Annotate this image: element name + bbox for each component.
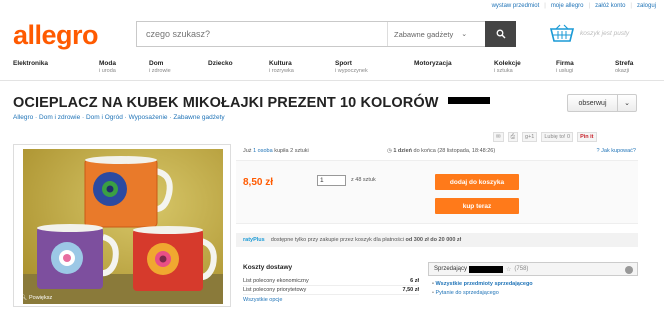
zoom-link[interactable]: 🔍︎ Powiększ [20, 295, 52, 301]
shipping-row: List polecony priorytetowy 7,50 zł [243, 287, 419, 295]
basket-icon[interactable] [549, 24, 575, 44]
seller-label: Sprzedający [434, 266, 468, 272]
chevron-down-icon[interactable]: ⌄ [618, 95, 636, 111]
link-login[interactable]: zaloguj [637, 3, 656, 9]
quantity-input[interactable]: 1 [317, 175, 346, 186]
search-icon [496, 29, 505, 39]
category-sport[interactable]: Sport i wypoczynek [335, 60, 368, 74]
category-fashion[interactable]: Moda i uroda [99, 60, 116, 74]
gplus-button[interactable]: g+1 [522, 132, 538, 142]
category-kids[interactable]: Dziecko [208, 60, 233, 68]
category-nav: Elektronika Moda i uroda Dom i zdrowie Dzi… [13, 60, 656, 81]
share-icon[interactable]: ✉ [493, 132, 504, 142]
help-link[interactable]: ? Jak kupować? [597, 148, 636, 154]
seller-status-icon [625, 266, 633, 274]
observe-button[interactable]: obserwuj ⌄ [567, 94, 637, 112]
zoom-label: Powiększ [28, 295, 53, 301]
category-automotive[interactable]: Motoryzacja [414, 60, 452, 68]
installments-text: dostępne tylko przy zakupie przez koszyk… [270, 237, 462, 243]
shipping-row: List polecony ekonomiczny 6 zł [243, 278, 419, 286]
shipping-title: Koszty dostawy [243, 264, 293, 271]
nav-divider [0, 80, 664, 81]
installments-info: ratyPlus dostępne tylko przy zakupie prz… [236, 233, 638, 247]
link-sell[interactable]: wystaw przedmiot [492, 3, 540, 9]
price: 8,50 zł [243, 177, 274, 188]
search-button[interactable] [485, 21, 516, 47]
offer-meta: Już 1 osoba kupiła 2 sztuki ◷ 1 dzień do… [236, 144, 638, 160]
seller-header: Sprzedający ☆ (758) [428, 262, 638, 276]
search-input[interactable] [137, 22, 387, 46]
search-category-select[interactable]: Zabawne gadżety ⌄ [387, 22, 483, 46]
bought-buyers-link[interactable]: 1 osoba [253, 148, 273, 154]
clock-icon: ◷ [387, 148, 392, 154]
seller-items-link[interactable]: Wszystkie przedmioty sprzedającego [432, 281, 638, 287]
breadcrumb[interactable]: Allegro · Dom i zdrowie · Dom i Ogród · … [13, 114, 225, 121]
category-culture[interactable]: Kultura i rozrywka [269, 60, 294, 74]
seller-rating[interactable]: (758) [514, 266, 528, 272]
product-title-row: OCIEPLACZ NA KUBEK MIKOŁAJKI PREZENT 10 … [13, 95, 491, 111]
category-electronics[interactable]: Elektronika [13, 60, 48, 68]
pinterest-button[interactable]: Pin it [577, 132, 597, 142]
cart-status[interactable]: koszyk jest pusty [580, 30, 629, 37]
quantity-available: z 48 sztuk [351, 177, 376, 183]
question-icon: ? [596, 148, 600, 154]
star-icon: ☆ [506, 266, 512, 273]
product-image-frame[interactable]: 🔍︎ Powiększ [13, 144, 231, 307]
buy-panel: 8,50 zł 1 z 48 sztuk dodaj do koszyka ku… [236, 160, 638, 224]
product-title: OCIEPLACZ NA KUBEK MIKOŁAJKI PREZENT 10 … [13, 95, 439, 111]
print-icon[interactable]: ⎙ [507, 132, 519, 142]
category-collections[interactable]: Kolekcje i sztuka [494, 60, 521, 74]
search-category-label: Zabawne gadżety [394, 29, 454, 39]
time-left: ◷ 1 dzień do końca (28 listopada, 18:48:… [387, 148, 496, 154]
chevron-down-icon: ⌄ [461, 31, 468, 38]
ratyplus-logo: ratyPlus [243, 237, 265, 243]
link-register[interactable]: załóż konto [595, 3, 625, 9]
shipping-costs: Koszty dostawy List polecony ekonomiczny… [243, 264, 419, 303]
social-buttons: ✉ ⎙ g+1 Lubię to! 0 Pin it [493, 132, 597, 142]
category-home[interactable]: Dom i zdrowie [149, 60, 171, 74]
seller-box: Sprzedający ☆ (758) Wszystkie przedmioty… [428, 262, 638, 299]
facebook-like-button[interactable]: Lubię to! 0 [541, 132, 574, 142]
observe-label[interactable]: obserwuj [568, 95, 618, 111]
top-links: wystaw przedmiot | moje allegro | załóż ko… [491, 3, 656, 9]
seller-links: Wszystkie przedmioty sprzedającego Pytan… [428, 281, 638, 296]
add-to-cart-button[interactable]: dodaj do koszyka [435, 174, 519, 190]
bought-info: Już 1 osoba kupiła 2 sztuki [243, 148, 309, 154]
redaction-bar [448, 97, 491, 105]
category-business[interactable]: Firma i usługi [556, 60, 574, 74]
link-my-allegro[interactable]: moje allegro [551, 3, 584, 9]
redaction-bar [469, 265, 504, 273]
ask-seller-link[interactable]: Pytanie do sprzedającego [432, 290, 638, 296]
allegro-logo[interactable]: allegro [13, 20, 99, 51]
magnifier-icon: 🔍︎ [20, 295, 27, 301]
category-deals[interactable]: Strefa okazji [615, 60, 633, 74]
product-photo [23, 149, 223, 304]
search-bar: Zabawne gadżety ⌄ [136, 21, 516, 47]
buy-now-button[interactable]: kup teraz [435, 198, 519, 214]
all-shipping-options-link[interactable]: Wszystkie opcje [243, 297, 419, 303]
